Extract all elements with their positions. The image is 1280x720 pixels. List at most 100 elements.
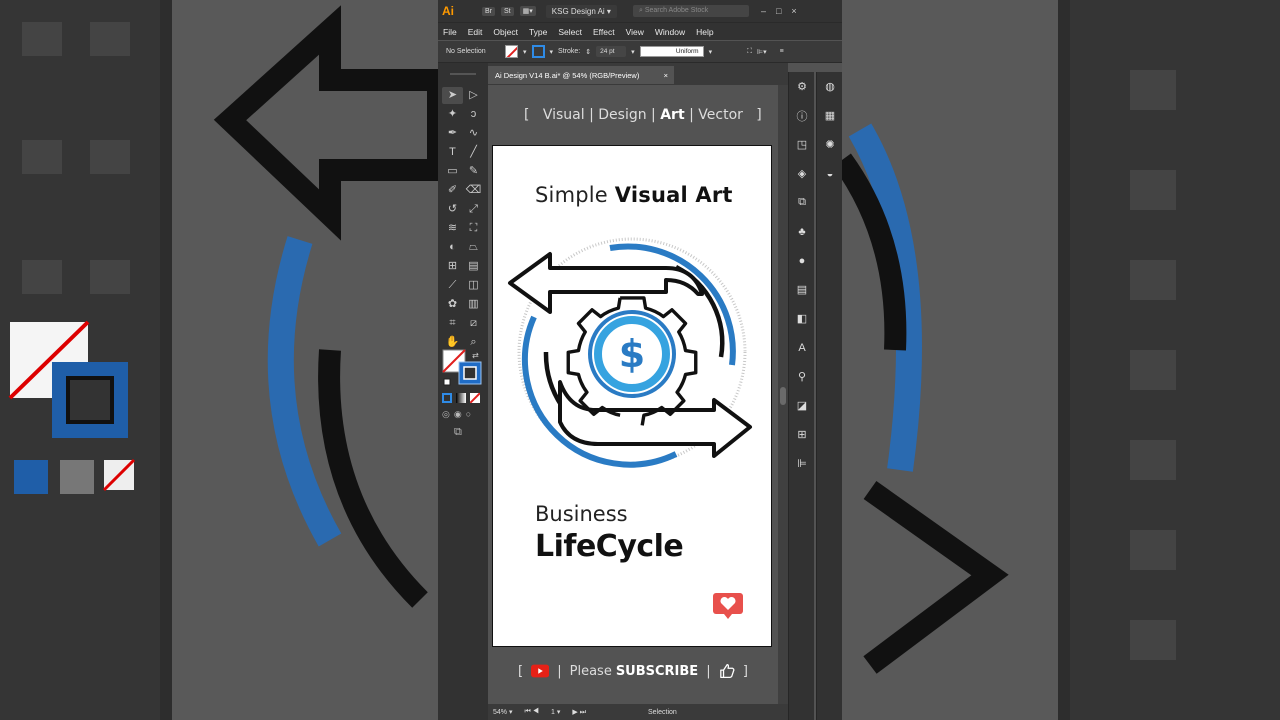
chevron-down-icon[interactable]: ▾ — [709, 48, 713, 56]
magic-wand-icon[interactable]: ✦ — [442, 106, 463, 123]
line-tool-icon[interactable]: ╱ — [463, 144, 484, 161]
status-bar: 54% ▾ ⏮ ◀ 1 ▾ ▶ ⏭ Selection — [488, 704, 788, 720]
eraser-icon[interactable]: ⌫ — [463, 182, 484, 199]
artboards-icon[interactable]: ⧉ — [789, 188, 815, 217]
tagline-vector: Vector — [698, 107, 743, 123]
arrange-documents-icon[interactable]: ▦▾ — [519, 6, 536, 16]
draw-normal-icon[interactable]: ◎ — [442, 409, 450, 420]
type-tool-icon[interactable]: T — [442, 144, 463, 161]
menu-type[interactable]: Type — [529, 27, 547, 37]
shape-builder-icon[interactable]: ◐ — [442, 239, 463, 256]
chevron-down-icon[interactable]: ▾ — [631, 48, 635, 56]
gradient-icon[interactable]: ▤ — [789, 275, 815, 304]
artboard-nav-next[interactable]: ▶ ⏭ — [572, 708, 586, 717]
artboard-tool-icon[interactable]: ⌗ — [442, 315, 463, 332]
selection-status: No Selection — [446, 48, 486, 55]
tagline-visual: Visual — [542, 107, 585, 123]
direct-selection-tool-icon[interactable]: ▷ — [463, 87, 484, 104]
swatches-icon[interactable]: ▦ — [817, 101, 842, 130]
symbols-icon[interactable]: ♣ — [789, 217, 815, 246]
none-mode-icon[interactable] — [470, 393, 480, 403]
menu-object[interactable]: Object — [493, 27, 518, 37]
shaper-icon[interactable]: ✐ — [442, 182, 463, 199]
fill-swatch[interactable] — [505, 45, 518, 58]
scale-icon[interactable]: ⤢ — [463, 201, 484, 218]
symbol-sprayer-icon[interactable]: ✿ — [442, 296, 463, 313]
menu-effect[interactable]: Effect — [593, 27, 615, 37]
curvature-icon[interactable]: ∿ — [463, 125, 484, 142]
bridge-button[interactable]: Br — [482, 6, 495, 16]
zoom-level[interactable]: 54% ▾ — [493, 708, 512, 716]
separator: | — [589, 107, 594, 123]
stroke-profile-select[interactable]: Uniform — [639, 46, 704, 57]
chevron-down-icon[interactable]: ▾ — [523, 48, 527, 56]
stock-button[interactable]: St — [501, 6, 514, 16]
libraries-icon[interactable]: ◳ — [789, 130, 815, 159]
transform-icon[interactable]: ⊞ — [789, 420, 815, 449]
lifecycle-illustration[interactable]: $ — [506, 232, 760, 472]
menu-help[interactable]: Help — [696, 27, 713, 37]
menu-edit[interactable]: Edit — [468, 27, 483, 37]
draw-behind-icon[interactable]: ◉ — [454, 409, 462, 420]
rotate-icon[interactable]: ↺ — [442, 201, 463, 218]
align-icon[interactable]: ⊫▾ — [757, 48, 767, 56]
stroke-label[interactable]: Stroke: — [558, 48, 580, 55]
transparency-icon[interactable]: ◧ — [789, 304, 815, 333]
stepper-icon[interactable]: ⇕ — [585, 48, 591, 56]
info-icon[interactable]: ⓘ — [789, 101, 815, 130]
menu-select[interactable]: Select — [558, 27, 582, 37]
search-stock-input[interactable]: ⌕ Search Adobe Stock — [632, 5, 749, 17]
paintbrush-icon[interactable]: ✎ — [463, 163, 484, 180]
color-icon[interactable]: ◍ — [817, 72, 842, 101]
brushes-icon[interactable]: ✺ — [817, 130, 842, 159]
slice-icon[interactable]: ⧄ — [463, 315, 484, 332]
puppet-icon[interactable]: ⚲ — [789, 362, 815, 391]
vertical-scrollbar[interactable] — [778, 85, 788, 705]
subtitle-business: Business — [535, 502, 628, 526]
free-transform-icon[interactable]: ⛶ — [463, 220, 484, 237]
artboard-nav-prev[interactable]: ⏮ ◀ — [524, 708, 539, 716]
layers-icon[interactable]: ◈ — [789, 159, 815, 188]
transform-icon[interactable]: ⛶ — [747, 48, 752, 56]
gradient-icon[interactable]: ▤ — [463, 258, 484, 275]
artboard-number[interactable]: 1 ▾ — [551, 708, 560, 716]
close-icon[interactable]: × — [664, 71, 668, 80]
window-controls[interactable]: –□× — [761, 6, 807, 16]
dollar-symbol: $ — [619, 332, 645, 376]
properties-icon[interactable]: ⚙ — [789, 72, 815, 101]
pen-tool-icon[interactable]: ✒ — [442, 125, 463, 142]
appearance-icon[interactable]: ● — [789, 246, 815, 275]
warp-icon[interactable]: ≋ — [442, 220, 463, 237]
menu-window[interactable]: Window — [655, 27, 685, 37]
workspace-switcher[interactable]: KSG Design Ai ▾ — [545, 4, 617, 18]
character-icon[interactable]: A — [789, 333, 815, 362]
perspective-icon[interactable]: ⏢ — [463, 239, 484, 256]
column-graph-icon[interactable]: ▥ — [463, 296, 484, 313]
align-icon[interactable]: ⊫ — [789, 449, 815, 478]
screen-mode-icon[interactable]: ⧉ — [454, 426, 462, 439]
blend-icon[interactable]: ◫ — [463, 277, 484, 294]
pathfinder-icon[interactable]: ◪ — [789, 391, 815, 420]
rectangle-tool-icon[interactable]: ▭ — [442, 163, 463, 180]
graphic-styles-icon[interactable]: ◒ — [817, 159, 842, 188]
menu-file[interactable]: File — [443, 27, 457, 37]
tagline-design: Design — [598, 107, 647, 123]
menu-view[interactable]: View — [626, 27, 644, 37]
panel-menu-icon[interactable]: ≡ — [780, 48, 784, 55]
draw-inside-icon[interactable]: ○ — [466, 409, 471, 420]
stroke-swatch[interactable] — [531, 45, 545, 58]
gradient-mode-icon[interactable] — [456, 393, 466, 403]
stroke-weight-field[interactable]: 24 pt — [596, 46, 627, 57]
fill-stroke-selector[interactable]: ⇄ — [442, 349, 484, 391]
selection-tool-icon[interactable]: ➤ — [442, 87, 463, 104]
separator: | — [689, 107, 694, 123]
color-mode-icon[interactable] — [442, 393, 452, 403]
document-tab[interactable]: Ai Design V14 B.ai* @ 54% (RGB/Preview) … — [488, 66, 674, 84]
lasso-icon[interactable]: ↄ — [463, 106, 484, 123]
toolbox-grip[interactable] — [450, 73, 476, 75]
eyedropper-icon[interactable]: ⟋ — [442, 277, 463, 294]
control-bar: No Selection ▾ ▾ Stroke: ⇕ 24 pt ▾ Unifo… — [438, 41, 842, 63]
mesh-icon[interactable]: ⊞ — [442, 258, 463, 275]
chevron-down-icon[interactable]: ▾ — [550, 48, 554, 56]
scrollbar-thumb[interactable] — [780, 387, 786, 405]
